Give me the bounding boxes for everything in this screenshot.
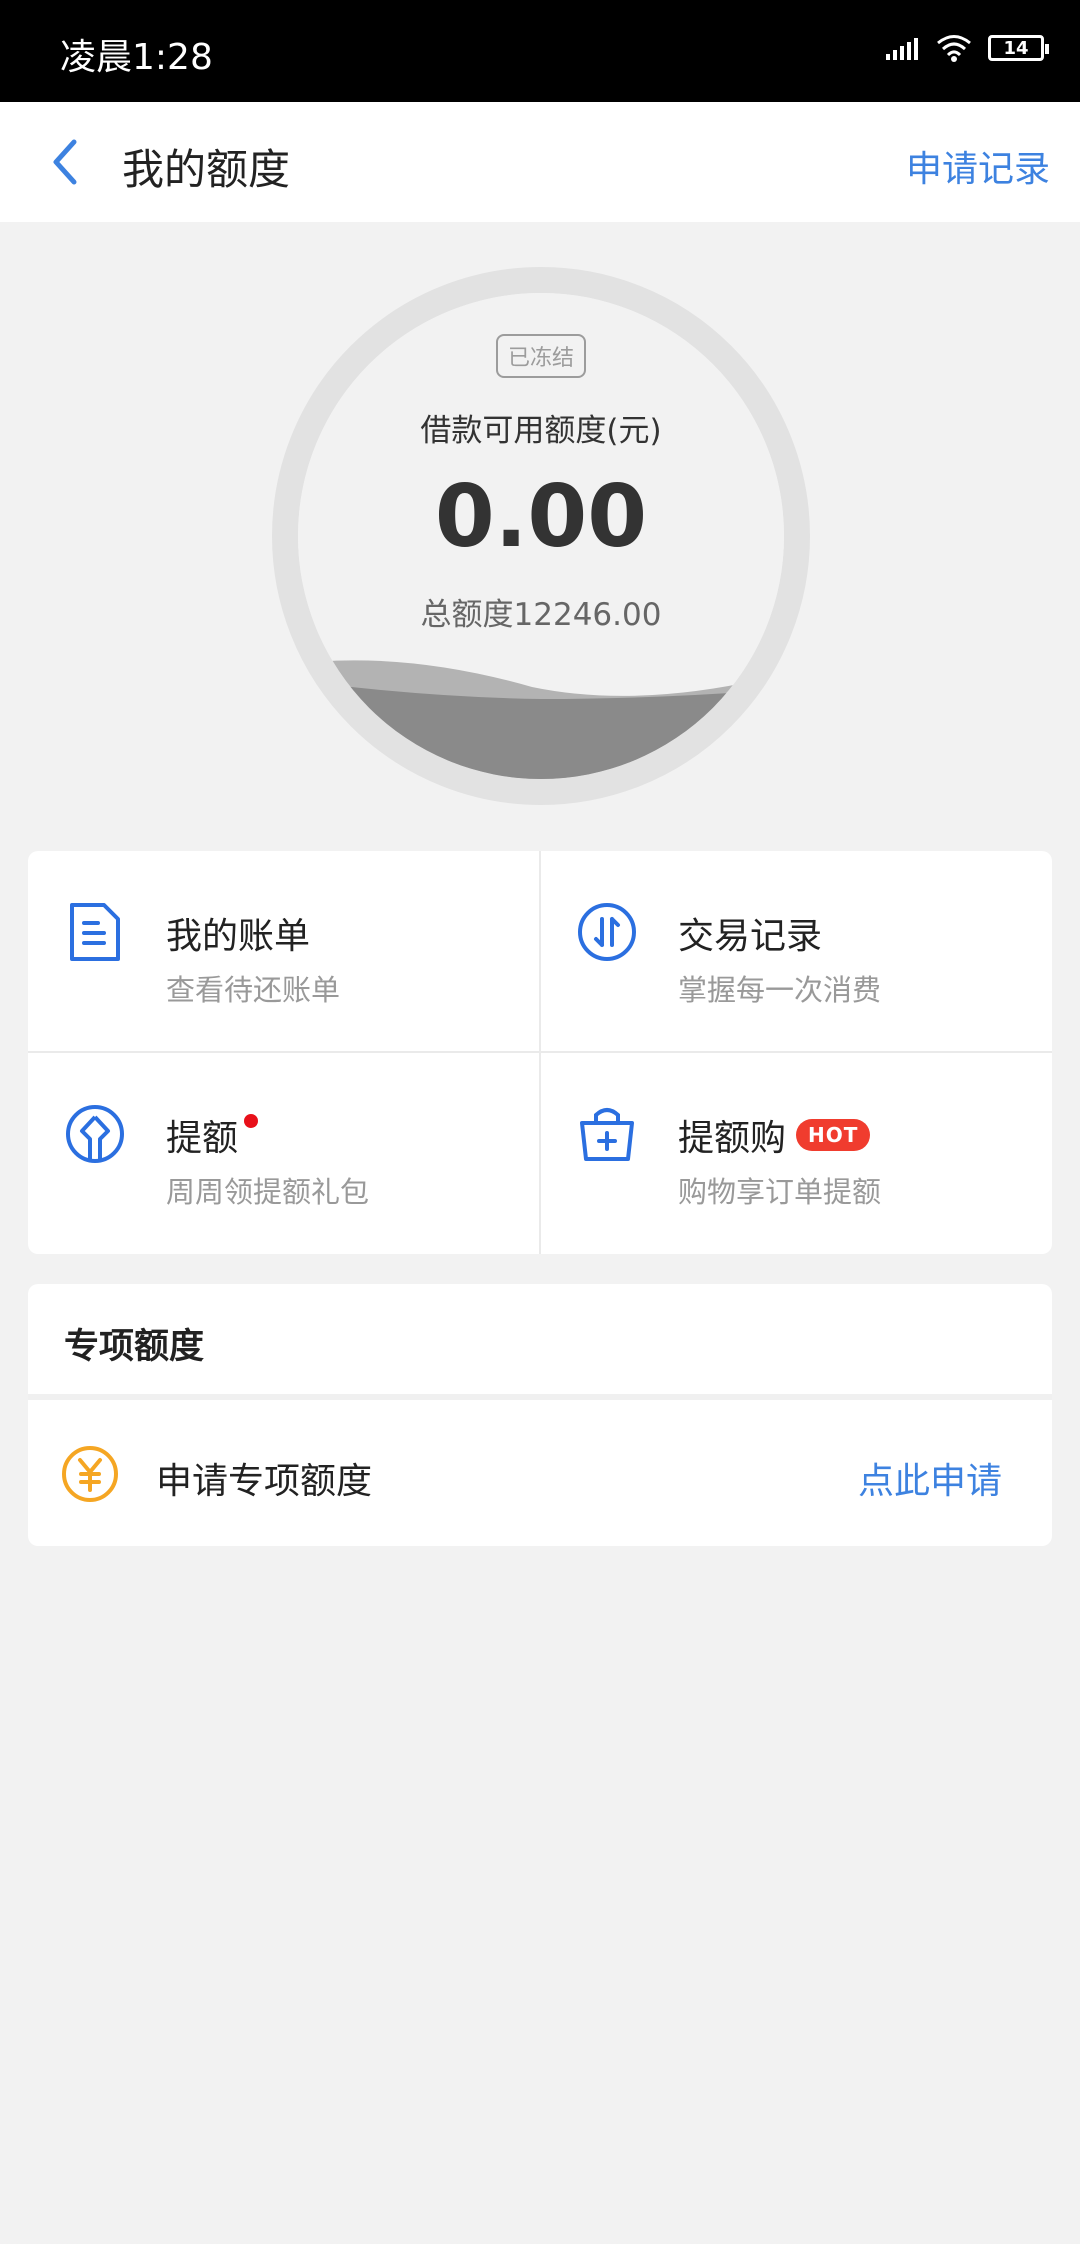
menu-item-subtitle: 购物享订单提额 bbox=[678, 1175, 882, 1209]
menu-item-subtitle: 掌握每一次消费 bbox=[678, 973, 882, 1007]
battery-level: 14 bbox=[1003, 37, 1029, 59]
apply-special-credit-label[interactable]: 申请专项额度 bbox=[156, 1452, 372, 1504]
available-credit-amount: 0.00 bbox=[434, 467, 648, 567]
page-title: 我的额度 bbox=[122, 145, 291, 194]
menu-item-raise-limit[interactable]: 提额 周周领提额礼包 bbox=[28, 1053, 540, 1254]
menu-item-title: 提额 bbox=[166, 1118, 239, 1159]
raise-limit-icon bbox=[66, 1105, 124, 1163]
frozen-status-badge: 已冻结 bbox=[495, 334, 587, 378]
nav-bar: 我的额度 申请记录 bbox=[0, 102, 1080, 222]
menu-item-raise-limit-shopping[interactable]: 提额购 HOT 购物享订单提额 bbox=[540, 1053, 1052, 1254]
hot-badge: HOT bbox=[796, 1119, 871, 1151]
menu-item-title: 交易记录 bbox=[678, 916, 823, 957]
status-bar: 凌晨1:28 14 bbox=[0, 0, 1080, 102]
battery-icon: 14 bbox=[988, 35, 1049, 61]
special-credit-section: 专项额度 申请专项额度 点此申请 bbox=[28, 1284, 1052, 1546]
menu-item-title: 我的账单 bbox=[166, 916, 311, 957]
credit-gauge: 已冻结 借款可用额度(元) 0.00 总额度12246.00 bbox=[272, 267, 810, 805]
available-credit-label: 借款可用额度(元) bbox=[420, 413, 662, 449]
menu-item-subtitle: 周周领提额礼包 bbox=[166, 1175, 370, 1209]
application-records-link[interactable]: 申请记录 bbox=[906, 140, 1050, 192]
menu-item-transactions[interactable]: 交易记录 掌握每一次消费 bbox=[540, 851, 1052, 1052]
menu-grid: 我的账单 查看待还账单 交易记录 掌握每一次消费 提额 周周领提额礼包 提额购 bbox=[28, 851, 1052, 1254]
menu-item-my-bill[interactable]: 我的账单 查看待还账单 bbox=[28, 851, 540, 1052]
status-icons: 14 bbox=[886, 34, 1049, 62]
bill-icon bbox=[70, 903, 120, 961]
section-divider bbox=[28, 1394, 1052, 1400]
status-time: 凌晨1:28 bbox=[60, 37, 213, 78]
section-title: 专项额度 bbox=[64, 1327, 205, 1367]
shopping-bag-icon bbox=[580, 1108, 634, 1161]
signal-icon bbox=[886, 38, 918, 60]
wifi-icon bbox=[937, 35, 971, 62]
transfer-icon bbox=[578, 903, 636, 961]
chevron-left-icon[interactable] bbox=[40, 134, 92, 190]
notification-dot bbox=[244, 1114, 259, 1128]
yuan-coin-icon bbox=[62, 1446, 118, 1502]
menu-item-title: 提额购 bbox=[678, 1118, 787, 1159]
apply-now-link[interactable]: 点此申请 bbox=[858, 1452, 1002, 1504]
menu-item-subtitle: 查看待还账单 bbox=[166, 973, 341, 1007]
total-credit-label: 总额度12246.00 bbox=[420, 597, 662, 633]
